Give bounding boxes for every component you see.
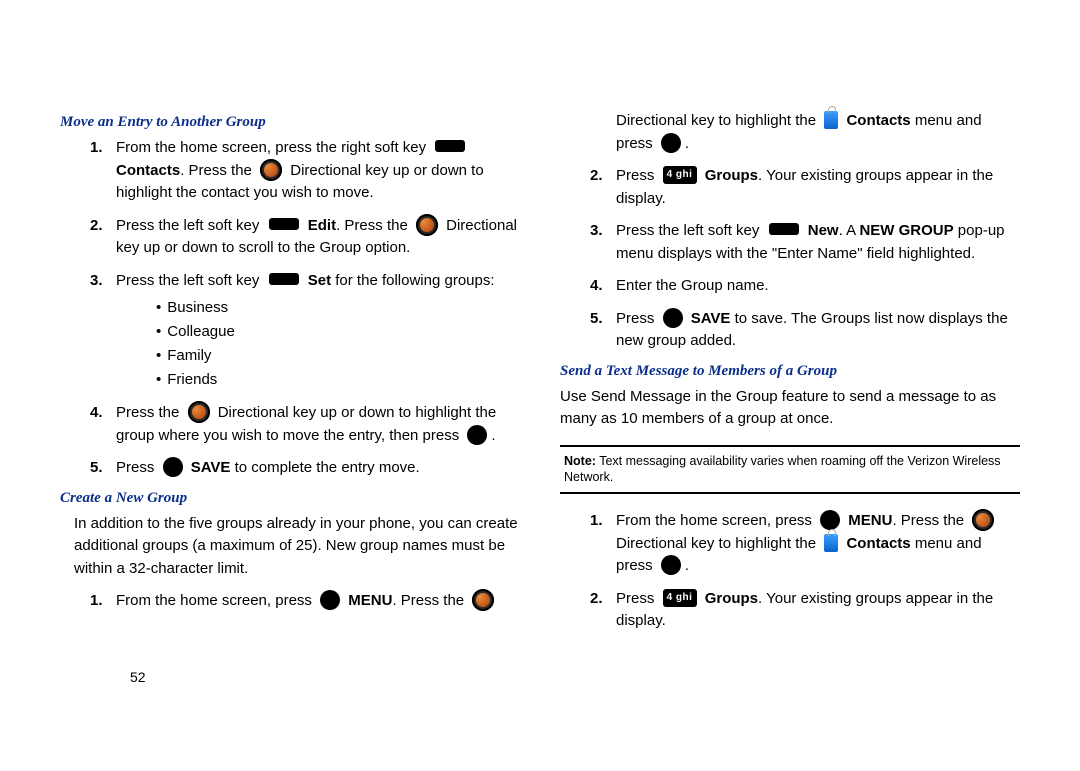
list-item: Family [156,344,520,368]
ok-key-icon [820,510,840,530]
step-1: 1. From the home screen, press the right… [90,137,520,205]
step-2: 2. Press 4 ghi Groups. Your existing gro… [590,165,1020,210]
directional-key-icon [260,159,282,181]
note-text: Text messaging availability varies when … [564,454,1001,485]
left-soft-key-icon [769,223,799,235]
group-list: Business Colleague Family Friends [116,296,520,392]
create-group-intro: In addition to the five groups already i… [74,513,520,581]
send-text-intro: Use Send Message in the Group feature to… [560,386,1020,431]
ok-key-icon [661,555,681,575]
heading-move-entry: Move an Entry to Another Group [60,114,520,131]
step-3: 3. Press the left soft key New. A NEW GR… [590,220,1020,265]
left-column: Move an Entry to Another Group 1. From t… [60,110,520,643]
list-item: Friends [156,368,520,392]
list-item: Business [156,296,520,320]
ok-key-icon [163,457,183,477]
step-1: 1. From the home screen, press MENU. Pre… [90,590,520,613]
ok-key-icon [661,133,681,153]
steps-send-text: 1. From the home screen, press MENU. Pre… [560,510,1020,633]
directional-key-icon [472,589,494,611]
keypad-4-icon: 4 ghi [663,166,697,184]
steps-move-entry: 1. From the home screen, press the right… [60,137,520,480]
list-item: Colleague [156,320,520,344]
page-number: 52 [130,669,146,685]
step-2: 2. Press 4 ghi Groups. Your existing gro… [590,588,1020,633]
heading-create-group: Create a New Group [60,490,520,507]
right-column: Directional key to highlight the Contact… [560,110,1020,643]
step-2: 2. Press the left soft key Edit. Press t… [90,215,520,260]
steps-create-group-cont: Directional key to highlight the Contact… [560,110,1020,353]
steps-create-group: 1. From the home screen, press MENU. Pre… [60,590,520,613]
step-cont: Directional key to highlight the Contact… [590,110,1020,155]
ok-key-icon [320,590,340,610]
step-1: 1. From the home screen, press MENU. Pre… [590,510,1020,578]
ok-key-icon [467,425,487,445]
step-4: 4. Press the Directional key up or down … [90,402,520,447]
note-label: Note: [564,454,596,468]
step-5: 5. Press SAVE to save. The Groups list n… [590,308,1020,353]
directional-key-icon [416,214,438,236]
left-soft-key-icon [269,218,299,230]
directional-key-icon [188,401,210,423]
directional-key-icon [972,509,994,531]
manual-page: Move an Entry to Another Group 1. From t… [0,0,1080,683]
note-box: Note: Text messaging availability varies… [560,445,1020,495]
keypad-4-icon: 4 ghi [663,589,697,607]
step-4: 4. Enter the Group name. [590,275,1020,298]
right-soft-key-icon [435,140,465,152]
heading-send-text: Send a Text Message to Members of a Grou… [560,363,1020,380]
left-soft-key-icon [269,273,299,285]
step-3: 3. Press the left soft key Set for the f… [90,270,520,393]
contacts-card-icon [824,534,838,552]
contacts-card-icon [824,111,838,129]
ok-key-icon [663,308,683,328]
step-5: 5. Press SAVE to complete the entry move… [90,457,520,480]
